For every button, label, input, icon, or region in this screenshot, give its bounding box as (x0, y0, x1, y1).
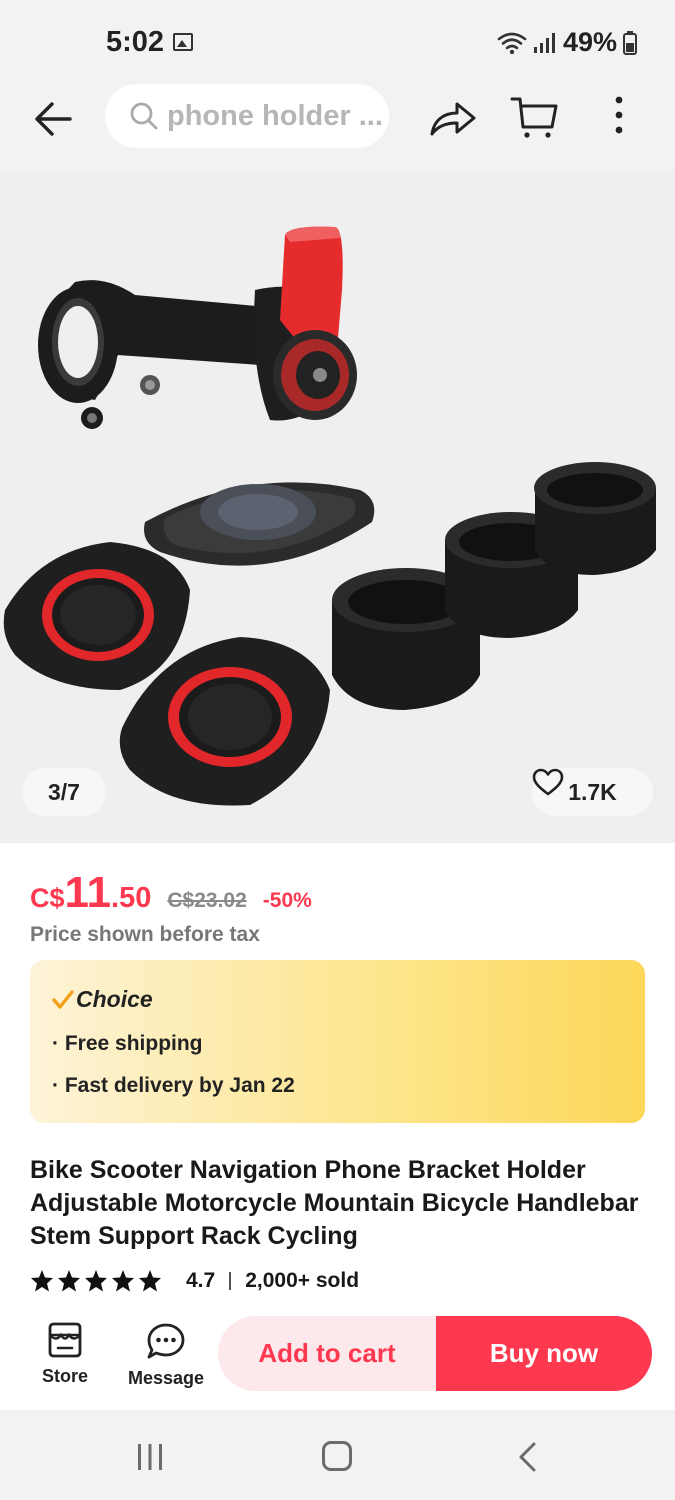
search-input[interactable]: phone holder ... (105, 84, 389, 148)
rating-divider (229, 1272, 232, 1290)
buy-now-button[interactable]: Buy now (436, 1316, 652, 1391)
more-vertical-icon[interactable] (600, 94, 638, 140)
picture-icon (173, 33, 193, 51)
price-row: C$ 11 .50 C$23.02 -50% (30, 868, 312, 918)
choice-feature-delivery: · Fast delivery by Jan 22 (52, 1074, 295, 1097)
message-label: Message (128, 1368, 205, 1388)
rating-value: 4.7 (186, 1269, 216, 1292)
search-placeholder: phone holder ... (167, 99, 383, 132)
tax-note: Price shown before tax (30, 923, 260, 946)
wifi-icon (497, 32, 527, 54)
wishlist-button[interactable]: 1.7K (532, 768, 653, 816)
message-icon (147, 1323, 185, 1359)
add-to-cart-button[interactable]: Add to cart (218, 1316, 436, 1391)
home-icon[interactable] (322, 1441, 352, 1471)
search-icon (130, 102, 158, 130)
message-button[interactable]: Message (128, 1322, 204, 1389)
choice-title: Choice (52, 986, 153, 1013)
original-price: C$23.02 (167, 889, 247, 912)
price-integer: 11 (64, 868, 112, 917)
price-decimal: .50 (111, 882, 152, 914)
nav-back-icon[interactable] (516, 1442, 538, 1472)
star-icon (58, 1270, 80, 1292)
rubber-spacer-small (534, 462, 656, 575)
product-title: Bike Scooter Navigation Phone Bracket Ho… (30, 1156, 639, 1250)
rating-row[interactable]: 4.7 2,000+ sold (30, 1269, 359, 1293)
star-icon (112, 1270, 134, 1292)
recent-apps-icon[interactable] (136, 1442, 164, 1472)
store-label: Store (42, 1366, 89, 1386)
choice-feature-shipping: · Free shipping (52, 1032, 203, 1055)
sold-count: 2,000+ sold (245, 1269, 360, 1292)
discount-badge: -50% (262, 889, 312, 912)
choice-panel[interactable]: Choice · Free shipping · Fast delivery b… (30, 960, 645, 1123)
image-counter: 3/7 (22, 768, 106, 816)
wishlist-count: 1.7K (568, 778, 617, 805)
status-time: 5:02 (106, 26, 165, 58)
choice-label: Choice (76, 986, 153, 1012)
adhesive-pad-left (3, 542, 190, 690)
status-indicators: 49% (497, 27, 637, 58)
signal-icon (533, 32, 555, 53)
cart-icon[interactable] (510, 94, 560, 140)
star-rating (30, 1269, 162, 1293)
star-icon (139, 1270, 161, 1292)
product-image-gallery[interactable]: 3/7 1.7K (0, 170, 675, 843)
red-clip (273, 226, 357, 420)
store-button[interactable]: Store (42, 1322, 88, 1387)
battery-icon (623, 30, 637, 55)
share-icon[interactable] (428, 94, 478, 140)
back-arrow-icon[interactable] (30, 96, 76, 142)
star-icon (31, 1270, 53, 1292)
price-currency: C$ (30, 883, 65, 913)
battery-percent: 49% (562, 27, 617, 57)
top-header: phone holder ... (0, 84, 675, 170)
bottom-action-bar: Store Message Add to cart Buy now (0, 1310, 675, 1410)
heart-icon (532, 768, 564, 796)
system-nav-bar (0, 1410, 675, 1500)
product-image (3, 226, 656, 806)
adhesive-base-grey (144, 482, 375, 566)
star-icon (85, 1270, 107, 1292)
status-bar: 5:02 49% (0, 0, 675, 84)
store-icon (48, 1322, 82, 1358)
check-icon (52, 989, 74, 1009)
